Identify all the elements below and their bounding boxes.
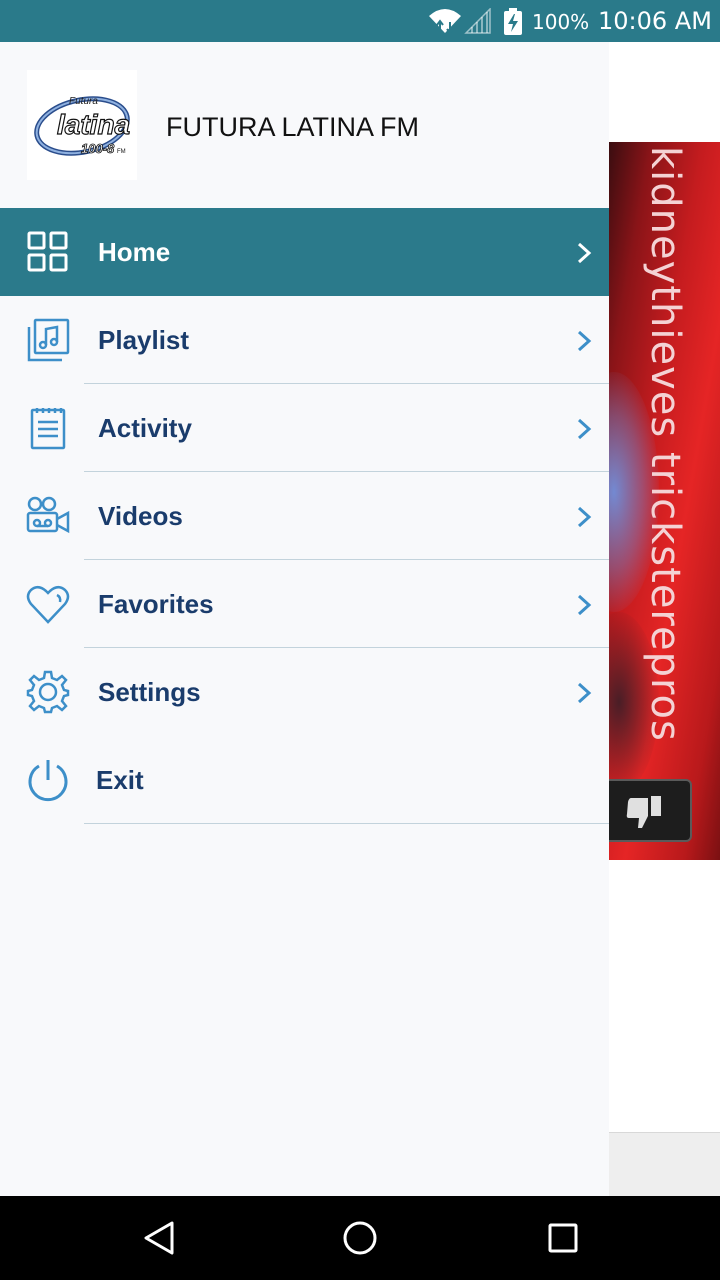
station-logo: Futura latina 100-8 FM: [27, 70, 137, 180]
system-nav-bar: [0, 1196, 720, 1280]
cell-signal-icon: [464, 7, 492, 39]
gear-icon: [26, 670, 70, 714]
notepad-icon: [26, 406, 70, 450]
drawer-menu: Home Playlist Activity Videos Favorites …: [0, 208, 609, 824]
status-bar: 100% 10:06 AM: [0, 0, 720, 42]
svg-text:Futura: Futura: [69, 96, 98, 107]
divider: [84, 823, 609, 824]
chevron-right-icon: [576, 418, 592, 440]
menu-item-label: Settings: [98, 677, 201, 707]
menu-item-exit[interactable]: Exit: [0, 736, 609, 824]
menu-item-playlist[interactable]: Playlist: [0, 296, 609, 384]
menu-item-label: Home: [98, 237, 171, 267]
heart-icon: [26, 582, 70, 626]
ad-dislike-button[interactable]: [609, 779, 692, 842]
chevron-right-icon: [576, 594, 592, 616]
menu-item-settings[interactable]: Settings: [0, 648, 609, 736]
menu-item-favorites[interactable]: Favorites: [0, 560, 609, 648]
chevron-right-icon: [576, 242, 592, 264]
background-footer: [609, 1132, 720, 1196]
app-title: FUTURA LATINA FM: [166, 112, 420, 142]
ad-text-label: kidneythieves tricksterepros: [642, 146, 688, 742]
ad-text: kidneythieves tricksterepros: [637, 146, 697, 856]
menu-item-activity[interactable]: Activity: [0, 384, 609, 472]
menu-item-label: Exit: [96, 765, 144, 795]
chevron-right-icon: [576, 330, 592, 352]
menu-item-label: Activity: [98, 413, 192, 443]
music-note-icon: [26, 318, 70, 362]
menu-item-videos[interactable]: Videos: [0, 472, 609, 560]
home-circle-icon[interactable]: [342, 1220, 378, 1261]
ad-banner[interactable]: kidneythieves tricksterepros: [609, 142, 720, 860]
recents-icon[interactable]: [548, 1223, 578, 1258]
back-icon[interactable]: [142, 1220, 176, 1261]
chevron-right-icon: [576, 506, 592, 528]
thumbs-down-icon: [626, 796, 661, 828]
svg-text:latina: latina: [57, 109, 130, 140]
svg-text:100-8: 100-8: [81, 141, 115, 156]
wifi-icon: [428, 8, 462, 39]
battery-charging-icon: [503, 8, 523, 41]
grid-icon: [26, 230, 70, 274]
battery-percent: 100%: [532, 10, 590, 34]
menu-item-home[interactable]: Home: [0, 208, 609, 296]
chevron-right-icon: [576, 682, 592, 704]
clock: 10:06 AM: [598, 7, 712, 35]
drawer-header: Futura latina 100-8 FM FUTURA LATINA FM: [0, 42, 609, 208]
menu-item-label: Videos: [98, 501, 183, 531]
power-icon: [26, 758, 70, 802]
video-camera-icon: [26, 494, 70, 538]
menu-item-label: Playlist: [98, 325, 190, 355]
svg-text:FM: FM: [117, 149, 126, 155]
navigation-drawer: Futura latina 100-8 FM FUTURA LATINA FM …: [0, 42, 609, 1196]
menu-item-label: Favorites: [98, 589, 214, 619]
